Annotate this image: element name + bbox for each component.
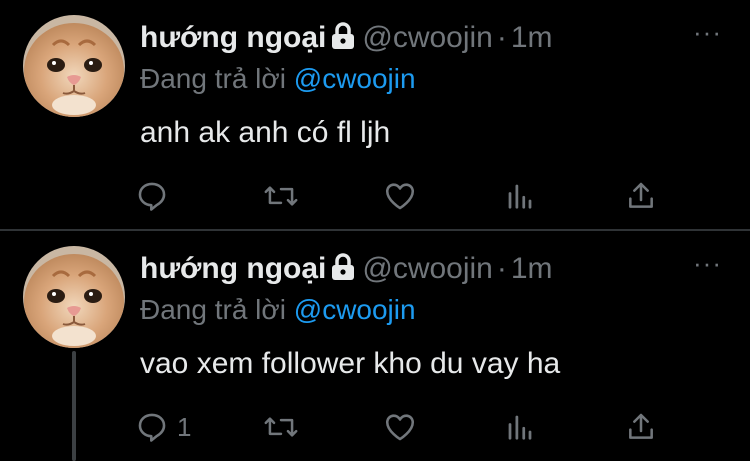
retweet-icon <box>263 179 299 213</box>
share-button[interactable] <box>625 407 657 447</box>
share-icon <box>625 410 657 444</box>
more-options-icon[interactable]: ··· <box>693 19 722 45</box>
analytics-button[interactable] <box>505 407 535 447</box>
display-name[interactable]: hướng ngoại <box>140 252 326 285</box>
replying-to: Đang trả lời @cwoojin <box>140 293 416 327</box>
replying-to: Đang trả lời @cwoojin <box>140 62 416 96</box>
reply-count: 1 <box>177 411 192 442</box>
tweet[interactable]: hướng ngoại @cwoojin · 1m ··· Đang trả lời … <box>0 231 750 461</box>
more-options-icon[interactable]: ··· <box>693 250 722 276</box>
reply-icon <box>135 179 169 213</box>
tweet-actions <box>135 176 695 216</box>
tweet-text: anh ak anh có fl ljh <box>140 116 391 149</box>
replying-to-label: Đang trả lời <box>140 63 286 94</box>
user-handle[interactable]: @cwoojin <box>362 252 493 285</box>
like-icon <box>383 410 417 444</box>
separator-dot: · <box>496 21 507 54</box>
lock-icon <box>330 253 356 290</box>
tweet-header: hướng ngoại @cwoojin · 1m <box>140 251 553 290</box>
mention-link[interactable]: @cwoojin <box>294 294 416 325</box>
share-button[interactable] <box>625 176 657 216</box>
reply-icon <box>135 410 169 444</box>
share-icon <box>625 179 657 213</box>
lock-icon <box>330 22 356 59</box>
separator-dot: · <box>496 252 507 285</box>
like-button[interactable] <box>383 407 417 447</box>
analytics-icon <box>505 179 535 213</box>
analytics-button[interactable] <box>505 176 535 216</box>
retweet-icon <box>263 410 299 444</box>
timestamp[interactable]: 1m <box>511 252 553 285</box>
tweet[interactable]: hướng ngoại @cwoojin · 1m ··· Đang trả lời … <box>0 0 750 229</box>
like-button[interactable] <box>383 176 417 216</box>
avatar[interactable] <box>23 15 125 117</box>
retweet-button[interactable] <box>263 407 299 447</box>
tweet-actions: 1 <box>135 407 695 447</box>
retweet-button[interactable] <box>263 176 299 216</box>
user-handle[interactable]: @cwoojin <box>362 21 493 54</box>
thread-line <box>72 351 76 461</box>
mention-link[interactable]: @cwoojin <box>294 63 416 94</box>
reply-button[interactable] <box>135 176 177 216</box>
like-icon <box>383 179 417 213</box>
timestamp[interactable]: 1m <box>511 21 553 54</box>
reply-button[interactable]: 1 <box>135 407 191 447</box>
tweet-text: vao xem follower kho du vay ha <box>140 347 561 380</box>
avatar[interactable] <box>23 246 125 348</box>
tweet-header: hướng ngoại @cwoojin · 1m <box>140 20 553 59</box>
analytics-icon <box>505 410 535 444</box>
replying-to-label: Đang trả lời <box>140 294 286 325</box>
display-name[interactable]: hướng ngoại <box>140 21 326 54</box>
